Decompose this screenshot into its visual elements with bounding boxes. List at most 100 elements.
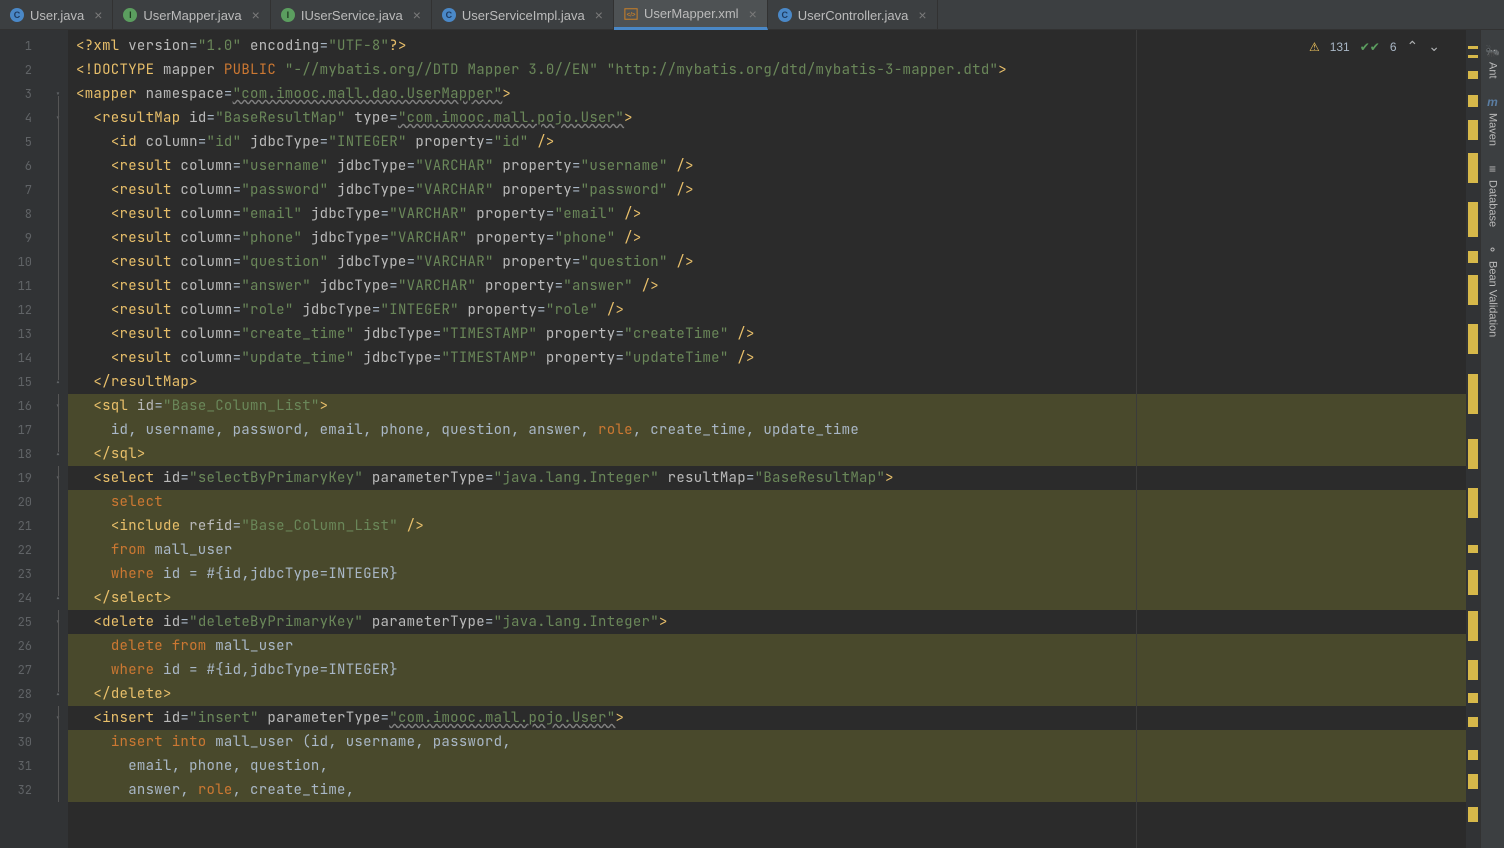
fold-toggle[interactable]: ▴ bbox=[48, 442, 68, 466]
code-content[interactable]: <?xml version="1.0" encoding="UTF-8"?> <… bbox=[68, 30, 1466, 848]
tool-database[interactable]: ≡ Database bbox=[1485, 156, 1501, 233]
editor[interactable]: 1 2 3 4 5 6 7 8 9 10 11 12 13 14 15 16 1… bbox=[0, 30, 1480, 848]
warning-marker[interactable] bbox=[1468, 545, 1478, 553]
close-icon[interactable]: × bbox=[94, 7, 102, 23]
warning-marker[interactable] bbox=[1468, 95, 1478, 107]
code-line: <select id="selectByPrimaryKey" paramete… bbox=[68, 466, 1466, 490]
line-number: 12 bbox=[0, 298, 48, 322]
code-line: <result column="username" jdbcType="VARC… bbox=[68, 154, 1466, 178]
close-icon[interactable]: × bbox=[252, 7, 260, 23]
fold-marker bbox=[48, 754, 68, 778]
fold-toggle[interactable]: ▴ bbox=[48, 586, 68, 610]
line-number: 30 bbox=[0, 730, 48, 754]
close-icon[interactable]: × bbox=[918, 7, 926, 23]
code-line: <resultMap id="BaseResultMap" type="com.… bbox=[68, 106, 1466, 130]
tab-usercontroller-java[interactable]: C UserController.java × bbox=[768, 0, 938, 30]
close-icon[interactable]: × bbox=[595, 7, 603, 23]
check-icon[interactable]: ✔✔ bbox=[1360, 40, 1380, 54]
line-number: 11 bbox=[0, 274, 48, 298]
line-number: 7 bbox=[0, 178, 48, 202]
line-number: 10 bbox=[0, 250, 48, 274]
check-count: 6 bbox=[1390, 40, 1397, 54]
fold-toggle[interactable]: ▾ bbox=[48, 610, 68, 634]
fold-toggle[interactable]: ▾ bbox=[48, 466, 68, 490]
code-line: </sql> bbox=[68, 442, 1466, 466]
code-line: </select> bbox=[68, 586, 1466, 610]
warning-icon[interactable]: ⚠ bbox=[1309, 40, 1320, 54]
warning-marker[interactable] bbox=[1468, 55, 1478, 58]
tab-usermapper-xml[interactable]: </> UserMapper.xml × bbox=[614, 0, 768, 30]
tab-label: User.java bbox=[30, 8, 84, 23]
warning-marker[interactable] bbox=[1468, 774, 1478, 789]
warning-marker[interactable] bbox=[1468, 570, 1478, 595]
code-line: <result column="create_time" jdbcType="T… bbox=[68, 322, 1466, 346]
fold-toggle[interactable]: ▾ bbox=[48, 394, 68, 418]
class-icon: C bbox=[778, 8, 792, 22]
fold-gutter: ▾ ▾ ▴ ▾ ▴ ▾ ▴ ▾ ▴ ▾ bbox=[48, 30, 68, 848]
interface-icon: I bbox=[281, 8, 295, 22]
code-line: <result column="password" jdbcType="VARC… bbox=[68, 178, 1466, 202]
code-line: <mapper namespace="com.imooc.mall.dao.Us… bbox=[68, 82, 1466, 106]
line-number: 1 bbox=[0, 34, 48, 58]
warning-marker[interactable] bbox=[1468, 693, 1478, 703]
interface-icon: I bbox=[123, 8, 137, 22]
fold-marker bbox=[48, 658, 68, 682]
bean-validation-icon: ⚬ bbox=[1487, 243, 1497, 257]
code-line: <result column="email" jdbcType="VARCHAR… bbox=[68, 202, 1466, 226]
code-line: </delete> bbox=[68, 682, 1466, 706]
close-icon[interactable]: × bbox=[749, 6, 757, 22]
fold-marker bbox=[48, 154, 68, 178]
warning-marker[interactable] bbox=[1468, 324, 1478, 354]
tool-ant[interactable]: 🐜 Ant bbox=[1483, 38, 1502, 85]
tool-label: Maven bbox=[1487, 113, 1499, 146]
tool-bean-validation[interactable]: ⚬ Bean Validation bbox=[1485, 237, 1501, 343]
warning-marker[interactable] bbox=[1468, 439, 1478, 469]
code-line: <result column="phone" jdbcType="VARCHAR… bbox=[68, 226, 1466, 250]
warning-marker[interactable] bbox=[1468, 120, 1478, 140]
fold-marker bbox=[48, 34, 68, 58]
line-number: 13 bbox=[0, 322, 48, 346]
tool-maven[interactable]: m Maven bbox=[1485, 89, 1501, 152]
warning-marker[interactable] bbox=[1468, 202, 1478, 237]
tab-userserviceimpl-java[interactable]: C UserServiceImpl.java × bbox=[432, 0, 614, 30]
fold-toggle[interactable]: ▾ bbox=[48, 82, 68, 106]
line-number: 22 bbox=[0, 538, 48, 562]
tab-usermapper-java[interactable]: I UserMapper.java × bbox=[113, 0, 270, 30]
warning-marker[interactable] bbox=[1468, 46, 1478, 49]
line-number: 8 bbox=[0, 202, 48, 226]
fold-toggle[interactable]: ▾ bbox=[48, 106, 68, 130]
warning-count: 131 bbox=[1330, 40, 1350, 54]
line-number: 3 bbox=[0, 82, 48, 106]
warning-marker[interactable] bbox=[1468, 488, 1478, 518]
line-number: 28 bbox=[0, 682, 48, 706]
line-number: 24 bbox=[0, 586, 48, 610]
tab-label: UserMapper.java bbox=[143, 8, 241, 23]
warning-marker[interactable] bbox=[1468, 717, 1478, 727]
tab-user-java[interactable]: C User.java × bbox=[0, 0, 113, 30]
warning-marker[interactable] bbox=[1468, 251, 1478, 263]
close-icon[interactable]: × bbox=[413, 7, 421, 23]
warning-marker[interactable] bbox=[1468, 807, 1478, 822]
xml-icon: </> bbox=[624, 7, 638, 21]
fold-toggle[interactable]: ▴ bbox=[48, 682, 68, 706]
prev-highlight-icon[interactable]: ⌃ bbox=[1407, 38, 1419, 55]
fold-marker bbox=[48, 346, 68, 370]
warning-marker[interactable] bbox=[1468, 153, 1478, 183]
warning-marker[interactable] bbox=[1468, 750, 1478, 760]
fold-toggle[interactable]: ▴ bbox=[48, 370, 68, 394]
warning-marker[interactable] bbox=[1468, 374, 1478, 414]
code-line: <id column="id" jdbcType="INTEGER" prope… bbox=[68, 130, 1466, 154]
warning-marker[interactable] bbox=[1468, 660, 1478, 680]
line-number: 18 bbox=[0, 442, 48, 466]
fold-toggle[interactable]: ▾ bbox=[48, 706, 68, 730]
line-number: 32 bbox=[0, 778, 48, 802]
warning-marker[interactable] bbox=[1468, 71, 1478, 79]
warning-marker[interactable] bbox=[1468, 275, 1478, 305]
next-highlight-icon[interactable]: ⌄ bbox=[1428, 38, 1440, 55]
line-number-gutter: 1 2 3 4 5 6 7 8 9 10 11 12 13 14 15 16 1… bbox=[0, 30, 48, 848]
warning-marker[interactable] bbox=[1468, 611, 1478, 641]
code-line: <!DOCTYPE mapper PUBLIC "-//mybatis.org/… bbox=[68, 58, 1466, 82]
tab-iuserservice-java[interactable]: I IUserService.java × bbox=[271, 0, 432, 30]
error-stripe[interactable] bbox=[1466, 30, 1480, 848]
line-number: 19 bbox=[0, 466, 48, 490]
